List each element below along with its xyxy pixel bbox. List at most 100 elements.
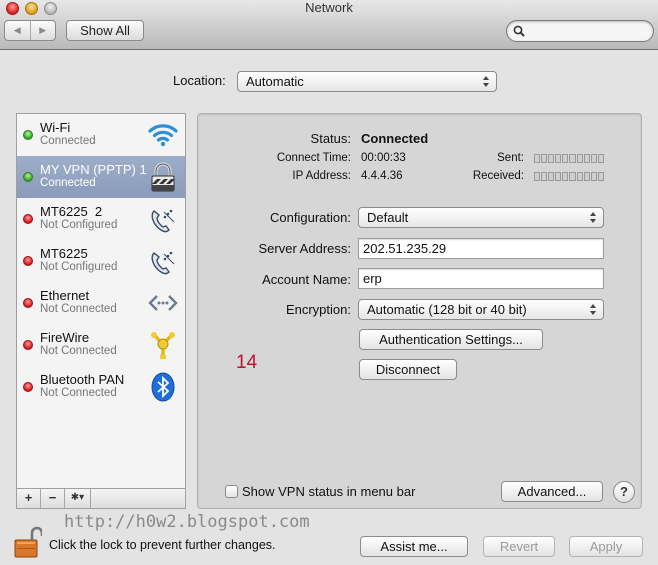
disconnect-button[interactable]: Disconnect — [359, 359, 457, 380]
service-item-ethernet[interactable]: Ethernet Not Connected — [17, 282, 185, 324]
location-value: Automatic — [246, 74, 304, 89]
service-status: Not Configured — [40, 219, 118, 231]
server-address-label: Server Address: — [258, 241, 352, 256]
advanced-button[interactable]: Advanced... — [501, 481, 603, 502]
location-label: Location: — [173, 73, 226, 88]
status-dot-red — [23, 382, 33, 392]
search-field[interactable] — [506, 20, 654, 42]
status-dot-red — [23, 298, 33, 308]
received-meter — [534, 172, 604, 181]
server-address-field[interactable]: 202.51.235.29 — [358, 238, 604, 259]
service-list: Wi-Fi Connected MY VPN (PPTP) 1 Connecte… — [16, 113, 186, 489]
account-name-label: Account Name: — [262, 272, 351, 287]
service-name: MY VPN (PPTP) 1 — [40, 162, 147, 177]
firewire-icon — [151, 332, 175, 359]
show-vpn-status-checkbox[interactable] — [225, 485, 238, 498]
meter-segment — [583, 172, 590, 181]
status-dot-red — [23, 340, 33, 350]
connect-time-value: 00:00:33 — [361, 152, 406, 164]
service-name: Ethernet — [40, 288, 90, 303]
service-list-toolbar: + − ✱▾ — [16, 489, 186, 509]
sent-label: Sent: — [497, 152, 524, 164]
popup-arrows-icon — [590, 211, 597, 224]
back-forward-control: ◀ ▶ — [4, 20, 56, 41]
service-item-firewire[interactable]: FireWire Not Connected — [17, 324, 185, 366]
meter-segment — [534, 154, 541, 163]
phone-modem-icon — [151, 251, 175, 275]
service-item-vpn[interactable]: MY VPN (PPTP) 1 Connected — [17, 156, 185, 198]
received-label: Received: — [472, 170, 524, 182]
revert-button[interactable]: Revert — [483, 536, 555, 557]
assist-me-button[interactable]: Assist me... — [360, 536, 468, 557]
meter-segment — [562, 154, 569, 163]
service-item-wifi[interactable]: Wi-Fi Connected — [17, 114, 185, 156]
status-dot-red — [23, 214, 33, 224]
meter-segment — [555, 154, 562, 163]
service-status: Connected — [40, 177, 96, 189]
popup-arrows-icon — [590, 303, 597, 316]
service-item-bluetooth-pan[interactable]: Bluetooth PAN Not Connected — [17, 366, 185, 408]
meter-segment — [562, 172, 569, 181]
meter-segment — [555, 172, 562, 181]
show-vpn-status-label: Show VPN status in menu bar — [242, 484, 416, 499]
service-status: Not Connected — [40, 387, 117, 399]
remove-service-button[interactable]: − — [41, 489, 65, 508]
meter-segment — [569, 172, 576, 181]
meter-segment — [576, 172, 583, 181]
ip-address-label: IP Address: — [292, 170, 351, 182]
wifi-icon — [148, 124, 178, 147]
service-name: MT6225 — [40, 246, 88, 261]
status-label: Status: — [310, 131, 351, 146]
status-dot-green — [23, 130, 33, 140]
annotation-number: 14 — [236, 352, 258, 373]
meter-segment — [548, 172, 555, 181]
meter-segment — [583, 154, 590, 163]
encryption-label: Encryption: — [285, 302, 351, 317]
service-name: MT6225 2 — [40, 204, 103, 219]
window-title: Network — [305, 0, 353, 15]
action-gear-menu[interactable]: ✱▾ — [65, 489, 91, 508]
search-input[interactable] — [529, 23, 647, 39]
encryption-popup[interactable]: Automatic (128 bit or 40 bit) — [358, 299, 604, 320]
connect-time-label: Connect Time: — [276, 152, 351, 164]
forward-button[interactable]: ▶ — [31, 21, 56, 40]
service-status: Not Configured — [40, 261, 118, 273]
meter-segment — [548, 154, 555, 163]
popup-arrows-icon — [483, 75, 490, 88]
account-name-field[interactable]: erp — [358, 268, 604, 289]
sent-meter — [534, 154, 604, 163]
meter-segment — [597, 154, 604, 163]
service-item-mt6225-2[interactable]: MT6225 2 Not Configured — [17, 198, 185, 240]
watermark-text: http://h0w2.blogspot.com — [64, 512, 310, 532]
meter-segment — [576, 154, 583, 163]
service-status: Not Connected — [40, 345, 117, 357]
meter-segment — [534, 172, 541, 181]
status-dot-red — [23, 256, 33, 266]
vpn-lock-icon — [151, 162, 175, 192]
show-all-button[interactable]: Show All — [66, 20, 144, 41]
add-service-button[interactable]: + — [17, 489, 41, 508]
service-status: Connected — [40, 135, 96, 147]
service-name: Wi-Fi — [40, 120, 71, 135]
meter-segment — [590, 172, 597, 181]
service-name: FireWire — [40, 330, 90, 345]
service-name: Bluetooth PAN — [40, 372, 125, 387]
lock-icon[interactable] — [14, 526, 42, 558]
apply-button[interactable]: Apply — [569, 536, 643, 557]
phone-modem-icon — [151, 209, 175, 233]
service-status: Not Connected — [40, 303, 117, 315]
help-button[interactable]: ? — [613, 481, 635, 503]
bluetooth-icon — [151, 372, 175, 402]
configuration-value: Default — [367, 210, 409, 225]
configuration-label: Configuration: — [270, 210, 351, 225]
status-value: Connected — [361, 131, 429, 146]
ip-address-value: 4.4.4.36 — [361, 170, 403, 182]
lock-message: Click the lock to prevent further change… — [49, 538, 276, 552]
ethernet-icon — [148, 295, 178, 311]
meter-segment — [541, 154, 548, 163]
back-button[interactable]: ◀ — [5, 21, 31, 40]
service-item-mt6225[interactable]: MT6225 Not Configured — [17, 240, 185, 282]
authentication-settings-button[interactable]: Authentication Settings... — [359, 329, 543, 350]
configuration-popup[interactable]: Default — [358, 207, 604, 228]
location-popup[interactable]: Automatic — [237, 71, 497, 92]
